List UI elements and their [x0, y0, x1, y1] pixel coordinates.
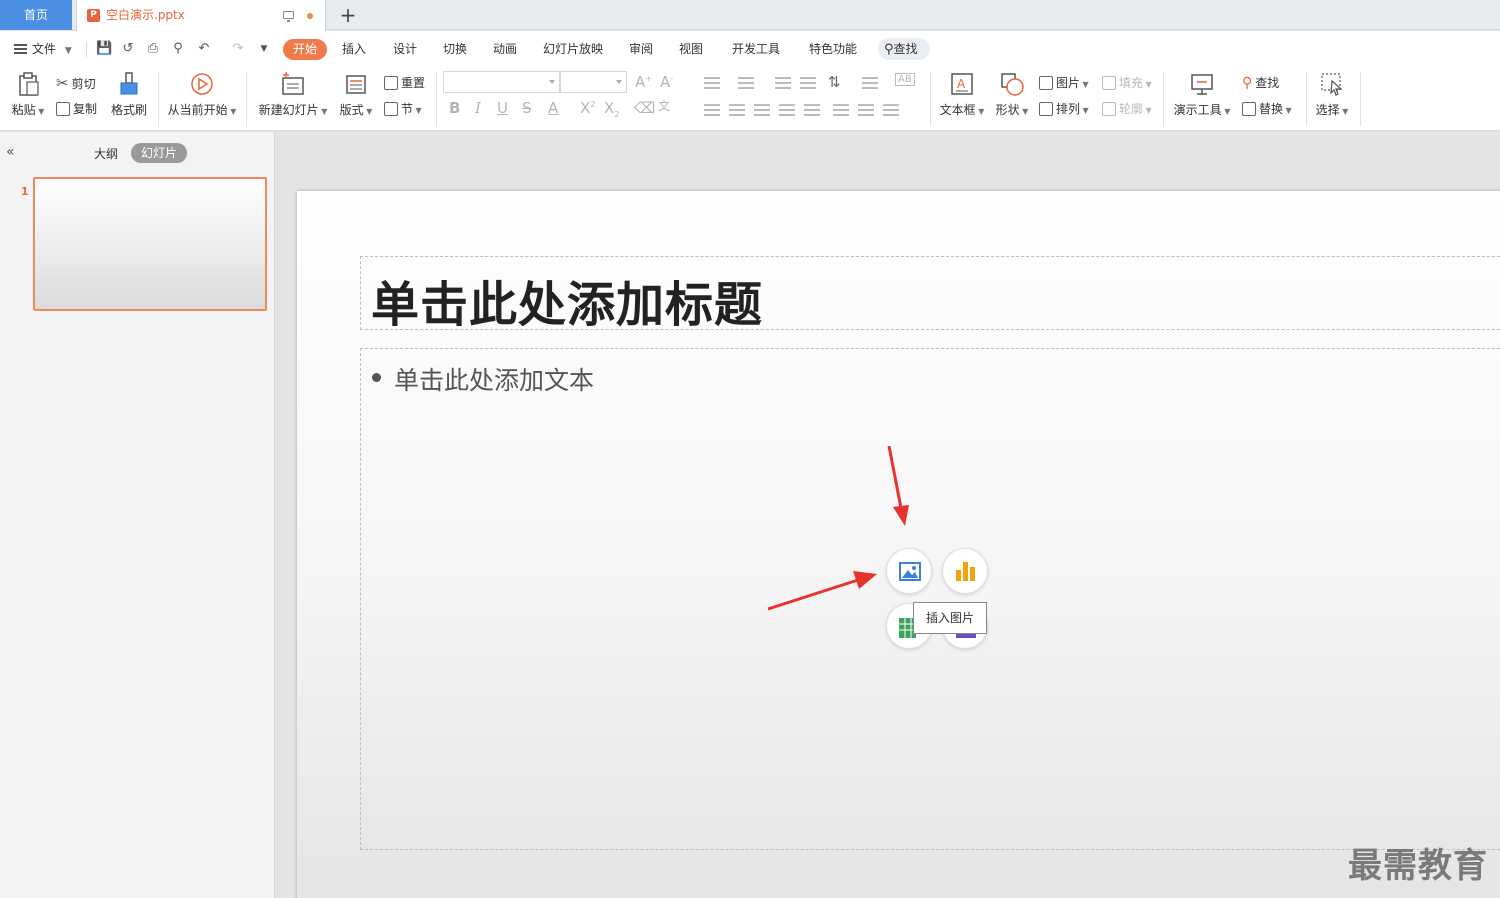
watermark-text: 最需教育 [1348, 846, 1488, 886]
annotation-arrow-right [767, 571, 877, 611]
annotation-arrows [767, 445, 909, 611]
annotation-arrow-down [887, 445, 909, 526]
